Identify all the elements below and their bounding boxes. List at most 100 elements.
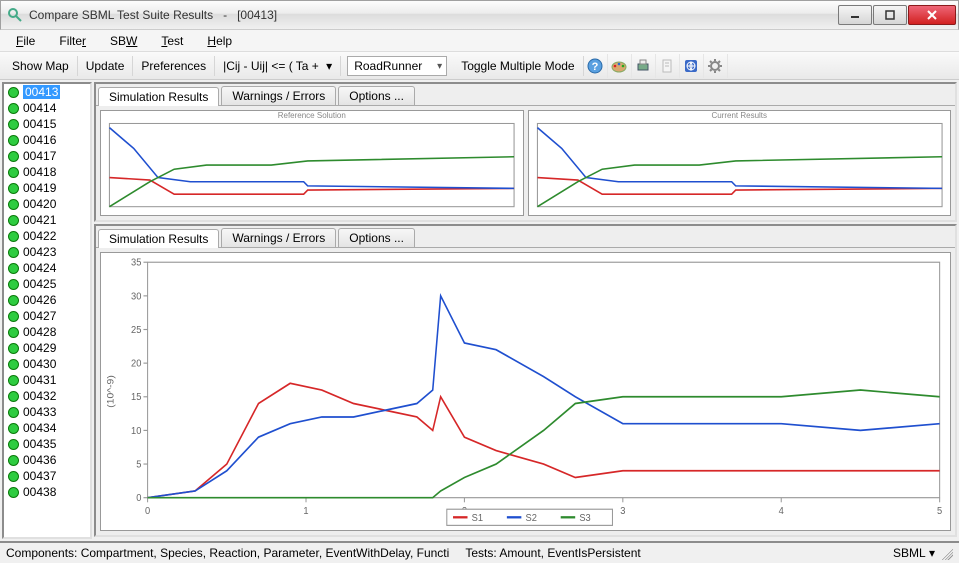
test-list-item[interactable]: 00429 [4, 340, 90, 356]
tab-warnings-errors-lower[interactable]: Warnings / Errors [221, 228, 336, 247]
test-list-item[interactable]: 00433 [4, 404, 90, 420]
test-list-item[interactable]: 00423 [4, 244, 90, 260]
test-list-item[interactable]: 00416 [4, 132, 90, 148]
test-list-item[interactable]: 00426 [4, 292, 90, 308]
menu-help[interactable]: Help [197, 32, 242, 50]
test-id-label: 00413 [23, 85, 60, 99]
palette-icon[interactable] [608, 54, 632, 78]
resize-grip[interactable] [939, 546, 953, 560]
toggle-multiple-button[interactable]: Toggle Multiple Mode [453, 56, 583, 76]
test-list-item[interactable]: 00418 [4, 164, 90, 180]
status-dot-icon [8, 359, 19, 370]
close-button[interactable] [908, 5, 956, 25]
test-list-item[interactable]: 00428 [4, 324, 90, 340]
tab-options-upper[interactable]: Options ... [338, 86, 415, 105]
test-list-item[interactable]: 00427 [4, 308, 90, 324]
svg-text:5: 5 [136, 459, 142, 471]
preferences-button[interactable]: Preferences [133, 56, 215, 76]
test-list-item[interactable]: 00432 [4, 388, 90, 404]
svg-text:S1: S1 [472, 512, 483, 524]
test-id-label: 00419 [23, 181, 56, 195]
minimize-button[interactable] [838, 5, 872, 25]
runner-combobox[interactable]: RoadRunner [347, 56, 447, 76]
window-titlebar: Compare SBML Test Suite Results - [00413… [0, 0, 959, 30]
test-id-label: 00416 [23, 133, 56, 147]
tab-simulation-results-lower[interactable]: Simulation Results [98, 229, 219, 248]
tab-warnings-errors-upper[interactable]: Warnings / Errors [221, 86, 336, 105]
tab-simulation-results-upper[interactable]: Simulation Results [98, 87, 219, 106]
status-dot-icon [8, 455, 19, 466]
test-list-item[interactable]: 00420 [4, 196, 90, 212]
svg-text:10: 10 [131, 425, 142, 437]
test-list-item[interactable]: 00421 [4, 212, 90, 228]
svg-text:?: ? [592, 61, 599, 73]
svg-text:15: 15 [131, 392, 142, 404]
status-dot-icon [8, 215, 19, 226]
update-button[interactable]: Update [78, 56, 134, 76]
status-dot-icon [8, 407, 19, 418]
test-list-item[interactable]: 00414 [4, 100, 90, 116]
status-components: Components: Compartment, Species, Reacti… [6, 546, 449, 560]
test-list-item[interactable]: 00422 [4, 228, 90, 244]
test-list-item[interactable]: 00424 [4, 260, 90, 276]
test-id-label: 00420 [23, 197, 56, 211]
status-dot-icon [8, 487, 19, 498]
test-id-label: 00426 [23, 293, 56, 307]
test-id-label: 00417 [23, 149, 56, 163]
main-area: 00413 004140041500416 004170041800419 00420… [0, 80, 959, 541]
status-dot-icon [8, 103, 19, 114]
test-list-item[interactable]: 00434 [4, 420, 90, 436]
test-id-label: 00431 [23, 373, 56, 387]
gear-icon[interactable] [704, 54, 728, 78]
test-list-item[interactable]: 00425 [4, 276, 90, 292]
test-id-label: 00427 [23, 309, 56, 323]
test-id-label: 00424 [23, 261, 56, 275]
plot-region: Simulation Results Warnings / Errors Opt… [94, 82, 957, 539]
window-title-id: [00413] [237, 8, 277, 22]
test-list-item[interactable]: 00413 [4, 84, 90, 100]
test-list-item[interactable]: 00437 [4, 468, 90, 484]
show-map-button[interactable]: Show Map [4, 56, 78, 76]
status-dot-icon [8, 87, 19, 98]
status-dot-icon [8, 135, 19, 146]
test-id-label: 00421 [23, 213, 56, 227]
current-results-chart: Current Results [528, 110, 952, 216]
test-list-item[interactable]: 00436 [4, 452, 90, 468]
test-id-label: 00437 [23, 469, 56, 483]
status-sbml-dropdown[interactable]: SBML ▾ [893, 546, 935, 560]
maximize-button[interactable] [873, 5, 907, 25]
test-list-item[interactable]: 00435 [4, 436, 90, 452]
test-list-item[interactable]: 00415 [4, 116, 90, 132]
test-id-label: 00423 [23, 245, 56, 259]
svg-text:S3: S3 [579, 512, 591, 524]
document-icon[interactable] [656, 54, 680, 78]
test-list-item[interactable]: 00430 [4, 356, 90, 372]
test-id-label: 00414 [23, 101, 56, 115]
test-list-item[interactable]: 00431 [4, 372, 90, 388]
globe-icon[interactable] [680, 54, 704, 78]
test-id-label: 00422 [23, 229, 56, 243]
svg-text:35: 35 [131, 257, 142, 269]
test-list-item[interactable]: 00419 [4, 180, 90, 196]
status-dot-icon [8, 199, 19, 210]
menu-test[interactable]: Test [151, 32, 193, 50]
svg-text:4: 4 [779, 505, 785, 517]
status-dot-icon [8, 311, 19, 322]
window-title: Compare SBML Test Suite Results [29, 8, 213, 22]
tab-options-lower[interactable]: Options ... [338, 228, 415, 247]
help-icon[interactable]: ? [584, 54, 608, 78]
status-dot-icon [8, 151, 19, 162]
menu-sbw[interactable]: SBW [100, 32, 147, 50]
test-list-item[interactable]: 00417 [4, 148, 90, 164]
menu-file[interactable]: File [6, 32, 45, 50]
formula-dropdown[interactable]: |Cij - Uij| <= ( Ta + ▾ [215, 56, 341, 76]
upper-tab-group: Simulation Results Warnings / Errors Opt… [94, 82, 957, 222]
test-list-sidebar[interactable]: 00413 004140041500416 004170041800419 00420… [2, 82, 92, 539]
menu-filter[interactable]: Filter [49, 32, 96, 50]
test-id-label: 00434 [23, 421, 56, 435]
printer-icon[interactable] [632, 54, 656, 78]
test-list-item[interactable]: 00438 [4, 484, 90, 500]
title-separator: - [223, 8, 227, 22]
lower-tab-group: Simulation Results Warnings / Errors Opt… [94, 224, 957, 537]
svg-text:20: 20 [131, 358, 142, 370]
